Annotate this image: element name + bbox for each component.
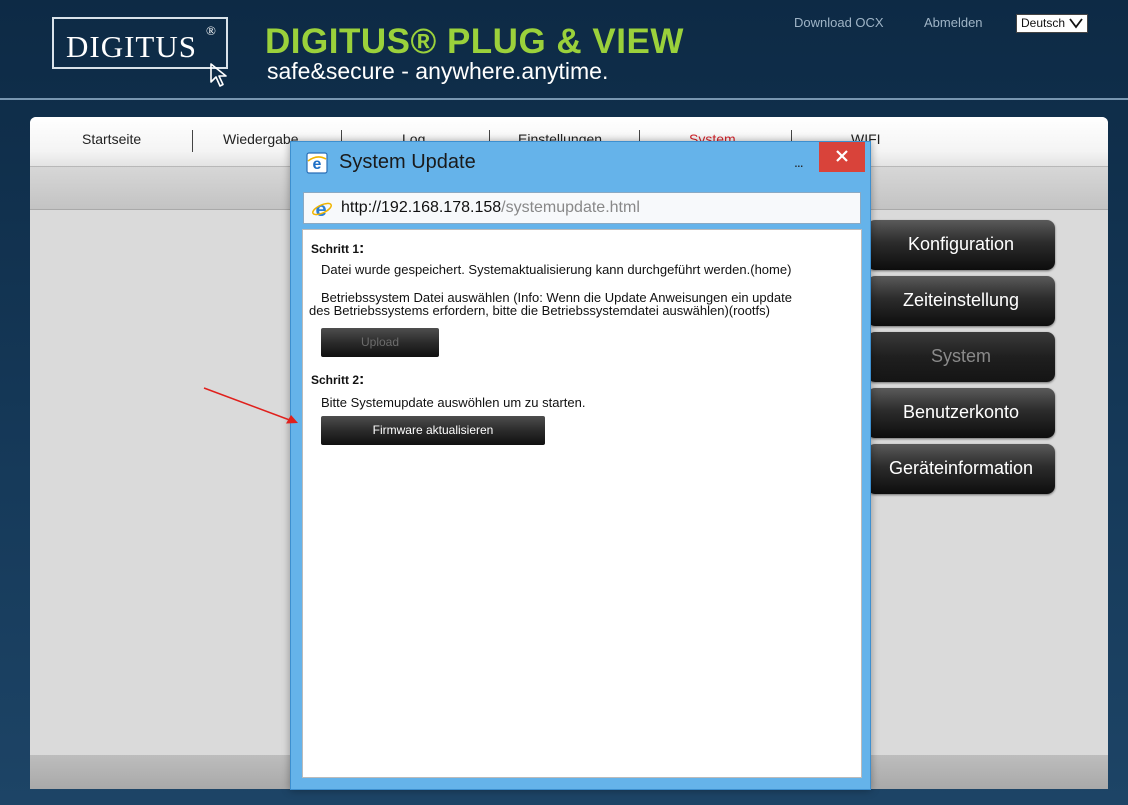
geraeteinformation-button[interactable]: Geräteinformation: [867, 444, 1055, 494]
close-icon: [836, 150, 848, 162]
chevron-down-icon: [1069, 18, 1083, 29]
url-host: http://192.168.178.158: [341, 199, 502, 216]
step1-heading-text: Schritt 1: [311, 242, 360, 256]
page-url: http://192.168.178.158/systemupdate.html: [341, 199, 640, 217]
url-path: /systemupdate.html: [501, 199, 640, 216]
step2-instruction: Bitte Systemupdate auswöhlen um zu start…: [321, 395, 586, 410]
svg-text:e: e: [315, 199, 326, 219]
address-bar[interactable]: e http://192.168.178.158/systemupdate.ht…: [303, 192, 861, 224]
close-button[interactable]: [819, 142, 865, 172]
brand-subtitle: safe&secure - anywhere.anytime.: [267, 58, 609, 84]
firmware-update-button[interactable]: Firmware aktualisieren: [321, 416, 545, 445]
system-update-dialog: e System Update ... e http://192.168.178…: [290, 141, 871, 790]
konfiguration-button[interactable]: Konfiguration: [867, 220, 1055, 270]
step1-saved-text: Datei wurde gespeichert. Systemaktualisi…: [321, 262, 792, 277]
upload-button[interactable]: Upload: [321, 328, 439, 357]
step2-heading: Schritt 2:: [311, 371, 364, 389]
logout-link[interactable]: Abmelden: [924, 15, 983, 30]
zeiteinstellung-button[interactable]: Zeiteinstellung: [867, 276, 1055, 326]
mouse-cursor-icon: [210, 63, 227, 87]
benutzerkonto-button[interactable]: Benutzerkonto: [867, 388, 1055, 438]
step1-os-text-line2: des Betriebssystems erfordern, bitte die…: [309, 303, 770, 318]
step2-colon: :: [359, 371, 365, 388]
logo-registered-mark: ®: [206, 23, 217, 38]
annotation-arrow: [203, 387, 298, 424]
language-selected: Deutsch: [1021, 16, 1066, 30]
dialog-title: System Update: [339, 151, 476, 173]
download-ocx-link[interactable]: Download OCX: [794, 15, 884, 30]
nav-item-wiedergabe[interactable]: Wiedergabe: [223, 131, 299, 147]
language-select[interactable]: Deutsch: [1016, 14, 1088, 33]
internet-explorer-icon: e: [312, 199, 332, 219]
step2-heading-text: Schritt 2: [311, 373, 360, 387]
nav-item-startseite[interactable]: Startseite: [82, 131, 141, 147]
nav-divider: [192, 130, 193, 152]
step1-heading: Schritt 1:: [311, 240, 364, 258]
internet-explorer-icon: e: [306, 152, 328, 174]
system-button[interactable]: System: [867, 332, 1055, 382]
more-options-button[interactable]: ...: [794, 154, 804, 170]
digitus-logo: DIGITUS ®: [52, 17, 228, 69]
brand-title: DIGITUS® PLUG & VIEW: [265, 22, 684, 61]
header: DIGITUS ® DIGITUS® PLUG & VIEW safe&secu…: [0, 0, 1128, 100]
dialog-body: Schritt 1: Datei wurde gespeichert. Syst…: [302, 229, 862, 778]
logo-text: DIGITUS: [66, 29, 197, 64]
step1-colon: :: [359, 240, 365, 257]
